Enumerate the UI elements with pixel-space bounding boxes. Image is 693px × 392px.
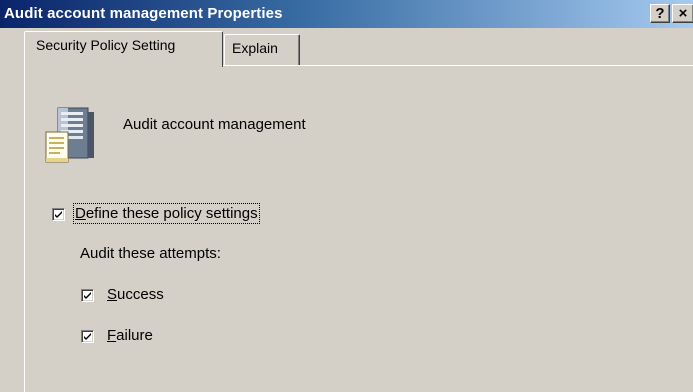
success-label[interactable]: Success [107, 286, 164, 303]
failure-checkbox[interactable] [81, 330, 94, 343]
policy-name: Audit account management [123, 116, 306, 133]
define-policy-label-rest: efine these policy settings [85, 205, 258, 222]
close-button[interactable]: × [672, 4, 693, 23]
tab-explain[interactable]: Explain [224, 34, 300, 65]
checkmark-icon [84, 292, 91, 299]
failure-label[interactable]: Failure [107, 327, 153, 344]
audit-attempts-label: Audit these attempts: [80, 245, 221, 262]
window-title: Audit account management Properties [4, 5, 283, 22]
tab-label: Security Policy Setting [36, 37, 176, 53]
failure-accesskey: F [107, 327, 117, 344]
tab-label: Explain [232, 40, 278, 56]
checkmark-icon [55, 211, 62, 218]
title-bar[interactable]: Audit account management Properties ? × [0, 0, 693, 28]
success-label-rest: uccess [117, 286, 164, 303]
success-accesskey: S [107, 286, 118, 303]
help-button[interactable]: ? [650, 4, 670, 23]
define-policy-accesskey: D [75, 205, 86, 222]
checkmark-icon [84, 333, 91, 340]
success-checkbox[interactable] [81, 289, 94, 302]
server-policy-icon [45, 107, 94, 163]
tab-security-policy-setting[interactable]: Security Policy Setting [24, 31, 223, 67]
failure-label-rest: ailure [116, 327, 153, 344]
define-policy-label[interactable]: Define these policy settings [73, 203, 260, 224]
define-policy-checkbox[interactable] [52, 208, 65, 221]
